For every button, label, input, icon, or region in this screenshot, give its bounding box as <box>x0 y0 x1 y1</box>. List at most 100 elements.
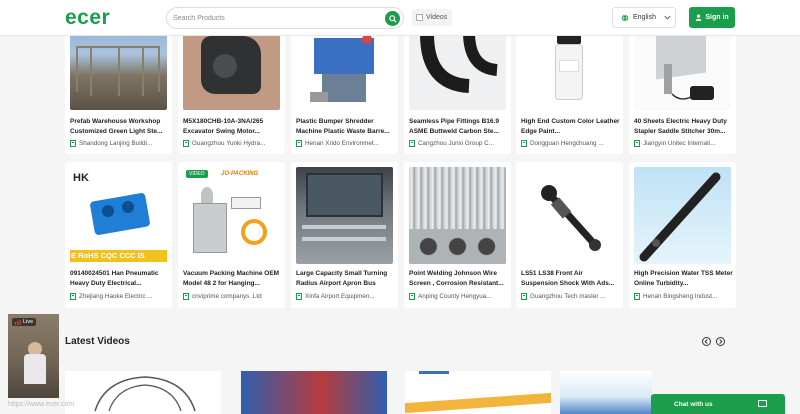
search-bar <box>166 7 404 29</box>
video-thumbnail[interactable] <box>560 371 652 414</box>
supplier-label: Jiangyin Unitec Internati... <box>643 140 716 147</box>
supplier-label: Henan Xrido Environmet... <box>305 140 379 147</box>
product-card[interactable]: HK E RoHS CQC CCC IS 09140024501 Han Pne… <box>65 162 172 308</box>
product-title[interactable]: Point Welding Johnson Wire Screen , Corr… <box>409 269 508 288</box>
building-icon <box>296 293 302 300</box>
language-label: English <box>633 14 656 21</box>
product-card[interactable]: High Precision Water TSS Meter Online Tu… <box>629 162 736 308</box>
sign-in-button[interactable]: Sign in <box>689 7 735 28</box>
chat-with-us-button[interactable]: Chat with us <box>651 394 785 414</box>
live-label: Live <box>23 319 34 325</box>
videos-label: Videos <box>426 14 448 21</box>
search-button[interactable] <box>385 11 400 26</box>
product-image <box>296 167 393 264</box>
video-thumbnail[interactable] <box>241 371 387 414</box>
product-card[interactable]: Prefab Warehouse Workshop Customized Gre… <box>65 24 172 154</box>
product-image <box>183 24 280 110</box>
supplier-label: Shandong Lanjing Buildi... <box>79 140 153 147</box>
supplier-name[interactable]: Guangzhou Tech master ... <box>521 293 620 300</box>
product-card[interactable]: M5X180CHB-10A-3NA/265 Excavator Swing Mo… <box>178 24 285 154</box>
supplier-label: Guangzhou Tech master ... <box>530 293 606 300</box>
video-thumbnail[interactable] <box>65 371 221 414</box>
supplier-label: Xinfa Airport Equipmen... <box>305 293 375 300</box>
live-stream-widget[interactable]: Live <box>8 314 59 398</box>
product-title[interactable]: Plastic Bumper Shredder Machine Plastic … <box>296 117 395 136</box>
product-image: HK E RoHS CQC CCC IS <box>70 167 167 264</box>
product-title[interactable]: Prefab Warehouse Workshop Customized Gre… <box>70 117 169 136</box>
latest-videos-heading: Latest Videos <box>65 336 130 347</box>
search-input[interactable] <box>173 11 373 25</box>
product-title[interactable]: Vacuum Packing Machine OEM Model 48 2 fo… <box>183 269 282 288</box>
supplier-label: Anping County Hengyua... <box>418 293 492 300</box>
product-title[interactable]: High Precision Water TSS Meter Online Tu… <box>634 269 733 288</box>
product-title[interactable]: Seamless Pipe Fittings B16.9 ASME Buttwe… <box>409 117 508 136</box>
chat-label: Chat with us <box>674 400 713 408</box>
videos-next-button[interactable] <box>716 337 725 346</box>
product-title[interactable]: LS51 LS38 Front Air Suspension Shock Wit… <box>521 269 620 288</box>
language-select[interactable]: English <box>612 7 676 28</box>
supplier-name[interactable]: Anping County Hengyua... <box>409 293 508 300</box>
video-thumbnail[interactable] <box>405 371 551 414</box>
product-card[interactable]: JO-PACKING VIDEO Vacuum Packing Machine … <box>178 162 285 308</box>
top-header: ecer Videos English Sign in <box>0 0 800 36</box>
supplier-name[interactable]: Henan Bingsheng Indust... <box>634 293 733 300</box>
supplier-label: Henan Bingsheng Indust... <box>643 293 718 300</box>
supplier-name[interactable]: Shandong Lanjing Buildi... <box>70 140 169 147</box>
product-image <box>634 167 731 264</box>
supplier-label: Cangzhou Junxi Group C... <box>418 140 494 147</box>
sign-in-label: Sign in <box>705 14 729 21</box>
videos-prev-button[interactable] <box>702 337 711 346</box>
product-title[interactable]: 09140024501 Han Pneumatic Heavy Duty Ele… <box>70 269 169 288</box>
brand-mark: JO-PACKING <box>221 171 259 177</box>
product-card[interactable]: High End Custom Color Leather Edge Paint… <box>516 24 623 154</box>
video-badge: VIDEO <box>186 170 208 178</box>
product-title[interactable]: High End Custom Color Leather Edge Paint… <box>521 117 620 136</box>
building-icon <box>521 140 527 147</box>
globe-icon <box>621 14 629 21</box>
supplier-label: Guangzhou Yunki Hydra... <box>192 140 266 147</box>
supplier-name[interactable]: Henan Xrido Environmet... <box>296 140 395 147</box>
product-title[interactable]: Large Capacity Small Turning Radius Airp… <box>296 269 395 288</box>
supplier-name[interactable]: Jiangyin Unitec Internati... <box>634 140 733 147</box>
chevron-down-icon <box>664 15 671 20</box>
product-title[interactable]: M5X180CHB-10A-3NA/265 Excavator Swing Mo… <box>183 117 282 136</box>
product-image <box>409 167 506 264</box>
product-title[interactable]: 40 Sheets Electric Heavy Duty Stapler Sa… <box>634 117 733 136</box>
videos-filter-checkbox[interactable]: Videos <box>412 9 452 26</box>
building-icon <box>70 140 76 147</box>
product-card[interactable]: 40 Sheets Electric Heavy Duty Stapler Sa… <box>629 24 736 154</box>
product-image <box>70 24 167 110</box>
product-image <box>521 24 618 110</box>
product-image <box>296 24 393 110</box>
building-icon <box>409 140 415 147</box>
supplier-name[interactable]: Cangzhou Junxi Group C... <box>409 140 508 147</box>
product-card[interactable]: Seamless Pipe Fittings B16.9 ASME Buttwe… <box>404 24 511 154</box>
chat-bubble-icon <box>758 400 767 407</box>
product-card[interactable]: LS51 LS38 Front Air Suspension Shock Wit… <box>516 162 623 308</box>
product-image <box>521 167 618 264</box>
product-card[interactable]: Plastic Bumper Shredder Machine Plastic … <box>291 24 398 154</box>
supplier-name[interactable]: Zhejiang Haoke Electric ... <box>70 293 169 300</box>
supplier-name[interactable]: Dongguan Hengchuang ... <box>521 140 620 147</box>
ecer-logo[interactable]: ecer <box>65 6 110 30</box>
supplier-label: Dongguan Hengchuang ... <box>530 140 604 147</box>
product-card[interactable]: Large Capacity Small Turning Radius Airp… <box>291 162 398 308</box>
building-icon <box>183 140 189 147</box>
certification-banner: E RoHS CQC CCC IS <box>70 250 167 262</box>
supplier-name[interactable]: cnviprime companys .Ltd <box>183 293 282 300</box>
supplier-name[interactable]: Guangzhou Yunki Hydra... <box>183 140 282 147</box>
building-icon <box>409 293 415 300</box>
chevron-left-icon <box>704 339 708 344</box>
live-badge: Live <box>12 318 37 326</box>
building-icon <box>634 140 640 147</box>
building-icon <box>70 293 76 300</box>
user-icon <box>696 14 702 21</box>
supplier-name[interactable]: Xinfa Airport Equipmen... <box>296 293 395 300</box>
live-signal-icon <box>15 319 21 325</box>
product-card[interactable]: Point Welding Johnson Wire Screen , Corr… <box>404 162 511 308</box>
building-icon <box>634 293 640 300</box>
checkbox-icon <box>416 14 423 21</box>
product-image <box>409 24 506 110</box>
building-icon <box>183 293 189 300</box>
supplier-label: cnviprime companys .Ltd <box>192 293 262 300</box>
